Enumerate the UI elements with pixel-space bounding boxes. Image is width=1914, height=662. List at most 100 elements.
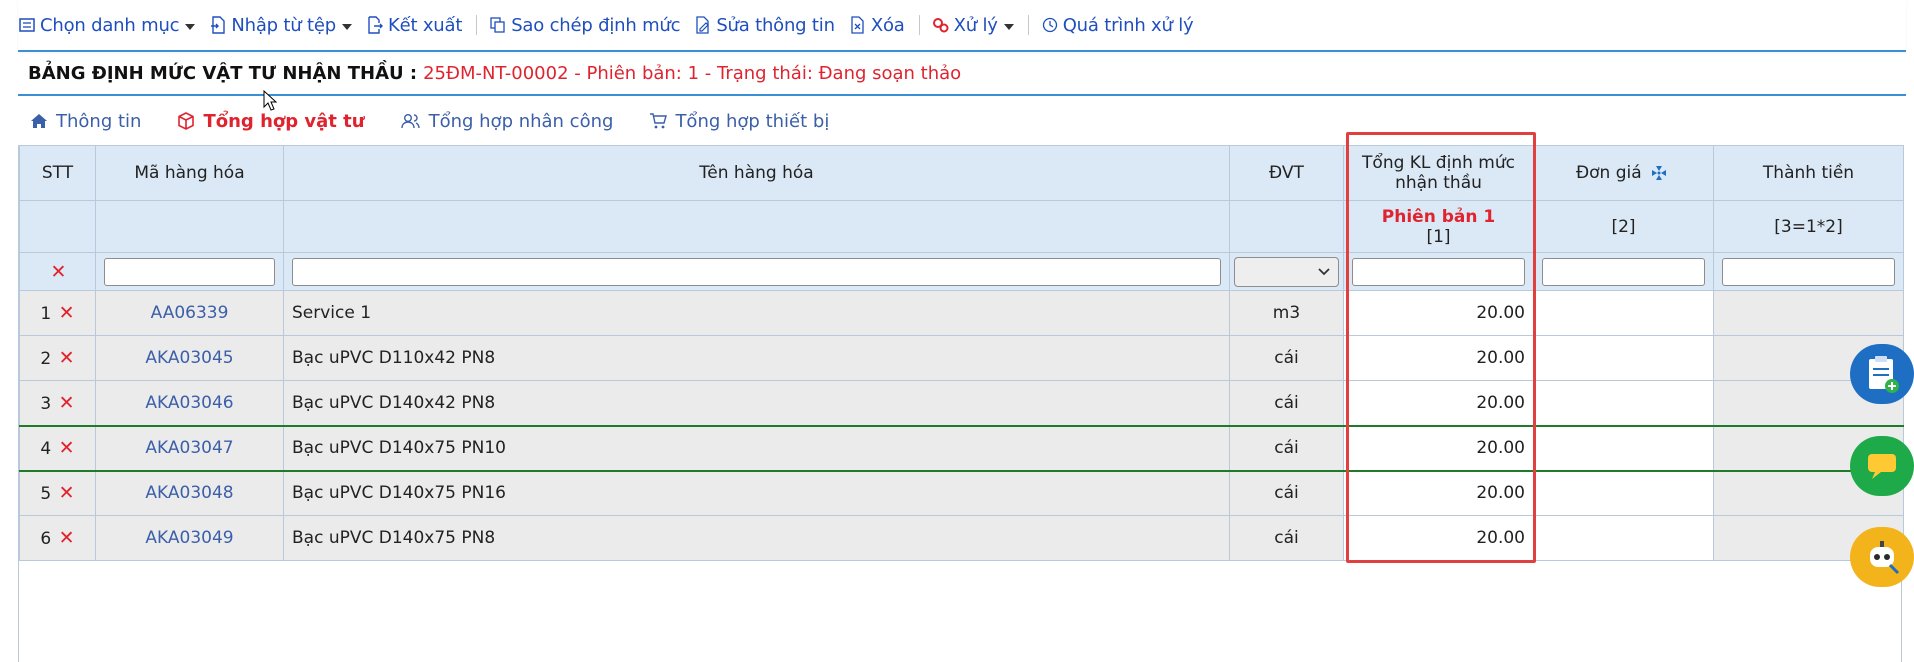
col-header-code[interactable]: Mã hàng hóa — [95, 145, 284, 201]
row-code[interactable]: AA06339 — [95, 290, 284, 336]
row-code[interactable]: AKA03049 — [95, 515, 284, 561]
delete-row-icon[interactable]: ✕ — [59, 302, 75, 324]
tab-equipment-summary[interactable]: Tổng hợp thiết bị — [649, 111, 829, 132]
page-title: BẢNG ĐỊNH MỨC VẬT TƯ NHẬN THẦU : 25ĐM-NT… — [18, 52, 1906, 96]
filter-amount-input[interactable] — [1722, 257, 1895, 286]
choose-category-label: Chọn danh mục — [40, 14, 180, 36]
row-price[interactable] — [1533, 380, 1714, 426]
row-name: Bạc uPVC D110x42 PN8 — [283, 335, 1230, 381]
row-price[interactable] — [1533, 424, 1714, 472]
row-code[interactable]: AKA03048 — [95, 470, 284, 516]
row-code[interactable]: AKA03046 — [95, 380, 284, 426]
row-qty[interactable]: 20.00 — [1343, 290, 1534, 336]
col-header-price[interactable]: Đơn giá — [1533, 145, 1714, 201]
delete-row-icon[interactable]: ✕ — [59, 527, 75, 549]
import-file-label: Nhập từ tệp — [231, 14, 336, 36]
edit-info-label: Sửa thông tin — [716, 14, 835, 36]
filter-price-input[interactable] — [1542, 257, 1705, 286]
row-qty[interactable]: 20.00 — [1343, 470, 1534, 516]
col-header-price-label: Đơn giá — [1575, 163, 1642, 183]
row-stt: 5 — [40, 484, 52, 505]
toolbar-divider — [1027, 15, 1029, 35]
export-button[interactable]: Kết xuất — [366, 15, 462, 36]
row-code[interactable]: AKA03047 — [95, 424, 284, 472]
row-qty[interactable]: 20.00 — [1343, 335, 1534, 381]
row-price[interactable] — [1533, 470, 1714, 516]
export-icon — [366, 16, 384, 34]
process-history-button[interactable]: Quá trình xử lý — [1041, 15, 1194, 36]
filter-name-input[interactable] — [292, 257, 1221, 286]
filter-unit-select[interactable] — [1234, 256, 1339, 287]
process-label: Xử lý — [953, 14, 998, 36]
filter-row: ✕ — [19, 252, 1904, 291]
page-title-label: BẢNG ĐỊNH MỨC VẬT TƯ NHẬN THẦU : — [28, 62, 418, 84]
row-stt: 1 — [40, 304, 52, 324]
row-price[interactable] — [1533, 335, 1714, 381]
qty-subheader: Phiên bản 1 [1] — [1343, 200, 1534, 253]
qty-ref: [1] — [1426, 226, 1451, 247]
row-unit: cái — [1229, 335, 1344, 381]
row-price[interactable] — [1533, 515, 1714, 561]
copy-icon — [489, 16, 507, 34]
row-name: Bạc uPVC D140x75 PN10 — [283, 424, 1230, 472]
delete-row-icon[interactable]: ✕ — [59, 347, 75, 369]
row-qty[interactable]: 20.00 — [1343, 380, 1534, 426]
robot-support-icon — [1870, 541, 1900, 575]
process-history-label: Quá trình xử lý — [1062, 14, 1194, 36]
col-header-stt[interactable]: STT — [19, 145, 96, 201]
document-status: 25ĐM-NT-00002 - Phiên bản: 1 - Trạng thá… — [423, 62, 962, 84]
clipboard-add-icon — [1869, 356, 1899, 393]
table-row[interactable]: 4 ✕ AKA03047 Bạc uPVC D140x75 PN10 cái 2… — [19, 424, 1904, 472]
col-header-name[interactable]: Tên hàng hóa — [283, 145, 1230, 201]
box-icon — [178, 112, 195, 130]
list-icon — [18, 16, 36, 34]
filter-code-input[interactable] — [104, 257, 275, 286]
row-stt: 2 — [40, 349, 52, 369]
delete-row-icon[interactable]: ✕ — [59, 482, 75, 504]
choose-category-button[interactable]: Chọn danh mục — [18, 14, 196, 36]
tab-materials-summary[interactable]: Tổng hợp vật tư — [177, 111, 365, 132]
clear-filter-icon[interactable]: ✕ — [51, 261, 67, 283]
row-qty[interactable]: 20.00 — [1343, 515, 1534, 561]
version-label: Phiên bản 1 — [1381, 206, 1496, 227]
row-name: Service 1 — [283, 290, 1230, 336]
price-ref: [2] — [1533, 200, 1714, 253]
table-row[interactable]: 1 ✕ AA06339 Service 1 m3 20.00 — [19, 290, 1904, 336]
table-row[interactable]: 6 ✕ AKA03049 Bạc uPVC D140x75 PN8 cái 20… — [19, 515, 1904, 561]
row-stt: 4 — [40, 439, 52, 459]
import-icon — [209, 16, 227, 34]
tab-bar: Thông tin Tổng hợp vật tư Tổng hợp nhân … — [30, 104, 829, 138]
row-price[interactable] — [1533, 290, 1714, 336]
chevron-down-icon — [185, 24, 196, 30]
delete-row-icon[interactable]: ✕ — [59, 392, 75, 414]
edit-info-button[interactable]: Sửa thông tin — [694, 15, 835, 36]
amount-ref: [3=1*2] — [1713, 200, 1904, 253]
support-bot-button[interactable] — [1850, 527, 1914, 587]
row-unit: cái — [1229, 424, 1344, 472]
table-row[interactable]: 2 ✕ AKA03045 Bạc uPVC D110x42 PN8 cái 20… — [19, 335, 1904, 381]
import-file-button[interactable]: Nhập từ tệp — [209, 15, 352, 36]
tab-info-label: Thông tin — [56, 110, 142, 132]
col-header-unit[interactable]: ĐVT — [1229, 145, 1344, 201]
table-row[interactable]: 3 ✕ AKA03046 Bạc uPVC D140x42 PN8 cái 20… — [19, 380, 1904, 426]
tab-labor-summary[interactable]: Tổng hợp nhân công — [400, 111, 613, 132]
add-clipboard-button[interactable] — [1850, 344, 1914, 404]
chat-icon — [1868, 454, 1896, 479]
delete-button[interactable]: Xóa — [849, 15, 905, 36]
copy-norm-button[interactable]: Sao chép định mức — [489, 15, 681, 36]
gears-icon — [932, 16, 950, 34]
delete-row-icon[interactable]: ✕ — [59, 437, 75, 459]
table-row[interactable]: 5 ✕ AKA03048 Bạc uPVC D140x75 PN16 cái 2… — [19, 470, 1904, 516]
process-button[interactable]: Xử lý — [932, 15, 1014, 36]
chevron-down-icon — [341, 24, 352, 30]
row-qty[interactable]: 20.00 — [1343, 424, 1534, 472]
row-code[interactable]: AKA03045 — [95, 335, 284, 381]
collapse-arrows-icon[interactable] — [1647, 161, 1671, 185]
export-label: Kết xuất — [387, 14, 463, 36]
tab-info[interactable]: Thông tin — [30, 111, 141, 132]
toolbar-divider — [476, 15, 478, 35]
col-header-amount[interactable]: Thành tiền — [1713, 145, 1904, 201]
chat-button[interactable] — [1850, 436, 1914, 496]
filter-qty-input[interactable] — [1352, 257, 1525, 286]
col-header-qty[interactable]: Tổng KL định mức nhận thầu — [1343, 145, 1534, 201]
